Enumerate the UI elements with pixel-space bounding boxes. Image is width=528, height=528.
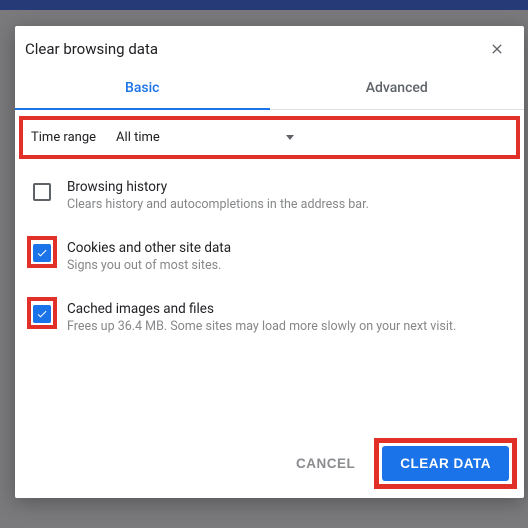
browser-top-bar xyxy=(0,0,528,10)
checkbox-highlight xyxy=(31,240,53,264)
time-range-label: Time range xyxy=(31,130,96,145)
option-text: Cookies and other site data Signs you out… xyxy=(67,240,231,275)
checkbox-highlight xyxy=(31,301,53,325)
option-desc: Clears history and autocompletions in th… xyxy=(67,197,369,214)
time-range-value: All time xyxy=(116,130,160,145)
close-icon[interactable] xyxy=(488,40,506,58)
option-text: Browsing history Clears history and autoc… xyxy=(67,179,369,214)
option-desc: Signs you out of most sites. xyxy=(67,258,231,275)
dialog-title: Clear browsing data xyxy=(25,40,488,58)
option-row: Browsing history Clears history and autoc… xyxy=(23,173,516,220)
option-checkbox[interactable] xyxy=(33,244,51,262)
tabs: Basic Advanced xyxy=(15,68,524,110)
clear-data-button[interactable]: CLEAR DATA xyxy=(382,446,509,481)
option-checkbox[interactable] xyxy=(33,183,51,201)
time-range-row: Time range All time xyxy=(23,120,516,155)
tab-advanced[interactable]: Advanced xyxy=(270,68,525,109)
clear-browsing-data-dialog: Clear browsing data Basic Advanced Time … xyxy=(15,26,524,498)
option-title: Browsing history xyxy=(67,179,369,195)
dialog-footer: CANCEL CLEAR DATA xyxy=(15,431,524,498)
dialog-header: Clear browsing data xyxy=(15,26,524,68)
checkbox-highlight xyxy=(31,179,53,203)
chevron-down-icon xyxy=(286,135,294,140)
option-row: Cached images and files Frees up 36.4 MB.… xyxy=(23,295,516,342)
option-desc: Frees up 36.4 MB. Some sites may load mo… xyxy=(67,319,456,336)
option-text: Cached images and files Frees up 36.4 MB.… xyxy=(67,301,456,336)
option-row: Cookies and other site data Signs you out… xyxy=(23,234,516,281)
tab-basic[interactable]: Basic xyxy=(15,68,270,109)
time-range-select[interactable]: All time xyxy=(110,128,300,147)
option-title: Cookies and other site data xyxy=(67,240,231,256)
cancel-button[interactable]: CANCEL xyxy=(282,443,369,484)
dialog-body: Time range All time Browsing history Clea… xyxy=(15,110,524,431)
option-checkbox[interactable] xyxy=(33,305,51,323)
clear-data-highlight: CLEAR DATA xyxy=(379,443,512,484)
option-title: Cached images and files xyxy=(67,301,456,317)
